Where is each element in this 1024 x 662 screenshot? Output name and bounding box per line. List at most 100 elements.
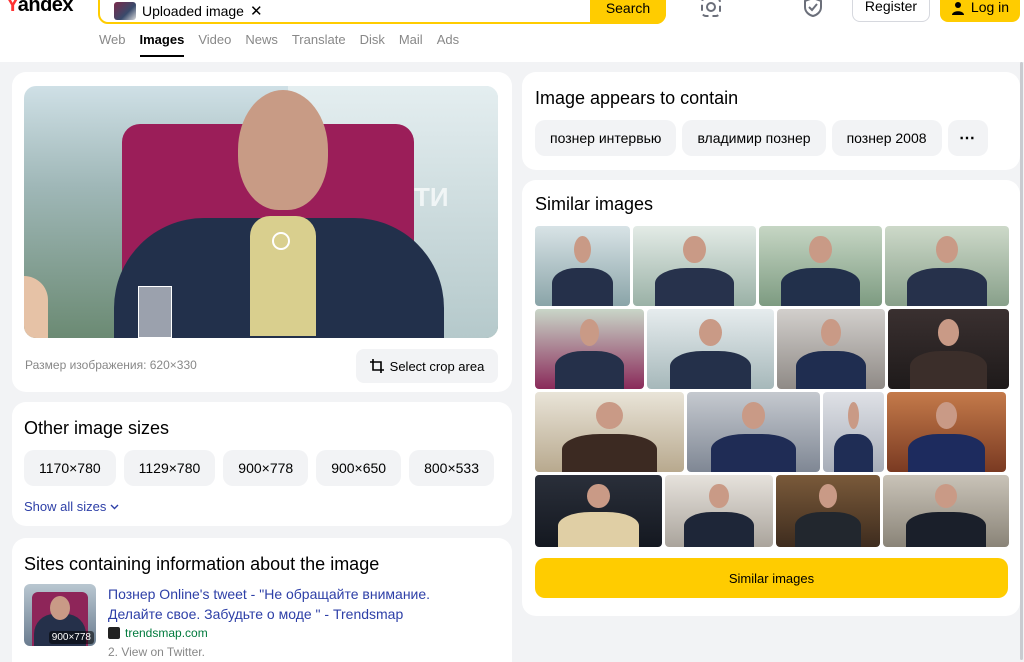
similar-images-button[interactable]: Similar images xyxy=(535,558,1008,598)
more-tags-button[interactable]: ⋯ xyxy=(947,120,988,156)
tile-head xyxy=(587,483,610,509)
tile-body xyxy=(557,512,640,547)
similar-image[interactable] xyxy=(535,475,662,547)
similar-image[interactable] xyxy=(777,309,885,389)
similar-image[interactable] xyxy=(759,226,882,306)
tile-head xyxy=(809,235,832,263)
tile-body xyxy=(905,512,987,547)
preview-person-head xyxy=(238,90,328,210)
sizes-list: 1170×780 1129×780 900×778 900×650 800×53… xyxy=(24,450,494,486)
similar-row xyxy=(535,226,1009,306)
site-thumbnail[interactable]: 900×778 xyxy=(24,584,96,646)
similar-image[interactable] xyxy=(885,226,1009,306)
crop-icon xyxy=(369,359,384,373)
site-snippet: 2. View on Twitter. xyxy=(108,645,205,659)
search-box[interactable]: Uploaded image ✕ Search xyxy=(98,0,666,24)
tile-body xyxy=(794,512,862,547)
tile-body xyxy=(669,350,752,389)
login-button[interactable]: Log in xyxy=(940,0,1020,22)
similar-row xyxy=(535,475,1009,547)
shield-icon[interactable] xyxy=(802,0,824,18)
size-option[interactable]: 900×650 xyxy=(316,450,402,486)
close-icon[interactable]: ✕ xyxy=(250,2,263,20)
logo-rest: andex xyxy=(17,0,74,16)
user-icon xyxy=(951,2,964,15)
uploaded-image-preview[interactable]: ТИ xyxy=(24,86,498,338)
camera-icon[interactable] xyxy=(700,0,722,18)
preview-glass xyxy=(138,286,172,338)
similar-image[interactable] xyxy=(647,309,774,389)
tile-body xyxy=(561,433,658,472)
sites-title: Sites containing information about the i… xyxy=(24,554,380,574)
nav-ads[interactable]: Ads xyxy=(437,32,459,57)
tag-chip[interactable]: владимир познер xyxy=(682,120,826,156)
domain-label: trendsmap.com xyxy=(125,626,208,640)
tile-head xyxy=(596,401,623,429)
nav-translate[interactable]: Translate xyxy=(292,32,346,57)
header: Yandex Uploaded image ✕ Search Register … xyxy=(0,0,1024,62)
tag-chip[interactable]: познер 2008 xyxy=(831,120,942,156)
preview-edge-person xyxy=(24,276,48,338)
other-sizes-card: Other image sizes 1170×780 1129×780 900×… xyxy=(12,402,512,526)
tile-body xyxy=(655,267,734,306)
object-marker[interactable] xyxy=(272,232,290,250)
similar-image[interactable] xyxy=(776,475,880,547)
size-option[interactable]: 1129×780 xyxy=(123,450,216,486)
similar-image[interactable] xyxy=(535,392,684,472)
similar-image[interactable] xyxy=(535,309,644,389)
select-crop-button[interactable]: Select crop area xyxy=(356,349,498,383)
nav-disk[interactable]: Disk xyxy=(360,32,385,57)
watermark: ТИ xyxy=(414,182,449,212)
site-domain[interactable]: trendsmap.com xyxy=(108,626,208,640)
nav-mail[interactable]: Mail xyxy=(399,32,423,57)
chevron-down-icon xyxy=(110,504,119,509)
tile-head xyxy=(934,483,958,509)
favicon-icon xyxy=(108,627,120,639)
size-option[interactable]: 900×778 xyxy=(223,450,309,486)
similar-image[interactable] xyxy=(535,226,630,306)
tile-body xyxy=(909,350,988,389)
tile-head xyxy=(821,318,841,346)
uploaded-image-chip: Uploaded image ✕ xyxy=(114,0,263,22)
search-button[interactable]: Search xyxy=(590,0,666,24)
show-all-label: Show all sizes xyxy=(24,499,107,514)
nav-video[interactable]: Video xyxy=(198,32,231,57)
similar-image[interactable] xyxy=(823,392,884,472)
nav-web[interactable]: Web xyxy=(99,32,126,57)
nav-images[interactable]: Images xyxy=(139,32,185,57)
similar-image[interactable] xyxy=(687,392,820,472)
login-label: Log in xyxy=(970,0,1010,15)
chip-label: Uploaded image xyxy=(142,3,244,19)
show-all-sizes-link[interactable]: Show all sizes xyxy=(24,499,119,514)
preview-card: ТИ Размер изображения: 620×330 Select cr… xyxy=(12,72,512,392)
tile-head xyxy=(699,318,722,346)
uploaded-image-thumb xyxy=(114,2,136,20)
page-scrollbar[interactable] xyxy=(1020,62,1023,660)
tag-chip[interactable]: познер интервью xyxy=(535,120,677,156)
sites-card: Sites containing information about the i… xyxy=(12,538,512,662)
site-result-title[interactable]: Познер Online's tweet - "Не обращайте вн… xyxy=(108,584,488,624)
similar-images-grid xyxy=(535,226,1009,550)
tile-body xyxy=(710,433,797,472)
similar-image[interactable] xyxy=(665,475,773,547)
tile-head xyxy=(573,235,592,263)
other-sizes-title: Other image sizes xyxy=(24,418,170,438)
yandex-logo[interactable]: Yandex xyxy=(6,0,74,17)
tile-body xyxy=(908,433,985,472)
tile-body xyxy=(554,350,625,389)
tile-head xyxy=(683,235,706,263)
similar-image[interactable] xyxy=(888,309,1009,389)
size-option[interactable]: 1170×780 xyxy=(24,450,116,486)
similar-image[interactable] xyxy=(633,226,756,306)
thumb-size-badge: 900×778 xyxy=(48,631,94,644)
size-option[interactable]: 800×533 xyxy=(409,450,494,486)
tile-head xyxy=(848,401,859,429)
nav-news[interactable]: News xyxy=(245,32,278,57)
tile-head xyxy=(709,483,729,509)
similar-image[interactable] xyxy=(883,475,1009,547)
register-button[interactable]: Register xyxy=(852,0,930,22)
similar-image[interactable] xyxy=(887,392,1006,472)
tile-body xyxy=(552,267,613,306)
tags-list: познер интервью владимир познер познер 2… xyxy=(535,120,988,156)
image-contains-title: Image appears to contain xyxy=(535,88,739,108)
